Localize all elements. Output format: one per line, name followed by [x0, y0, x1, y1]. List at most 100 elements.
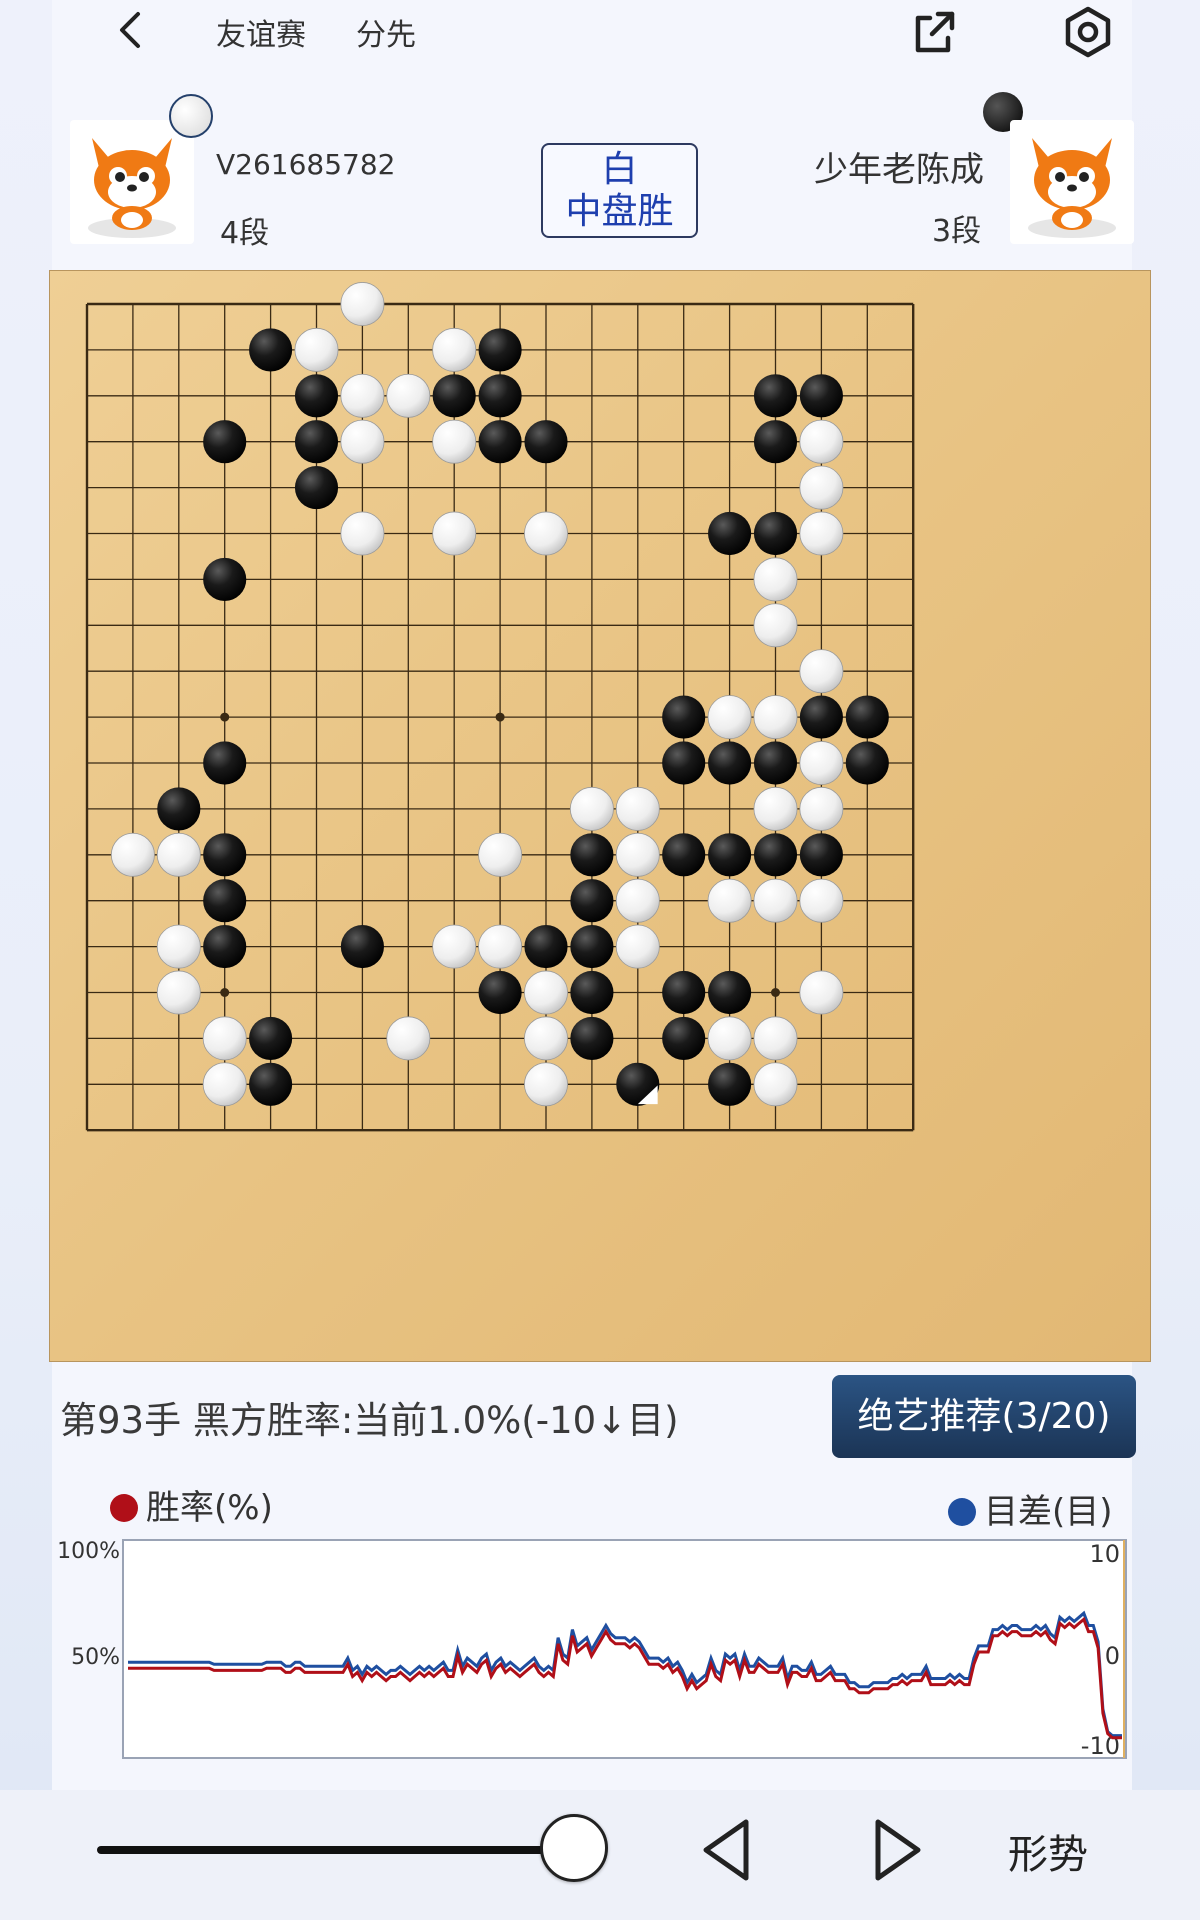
- gear-icon: [1065, 6, 1111, 58]
- black-stone: [662, 695, 706, 739]
- chevron-left-icon: [120, 12, 140, 48]
- result-winner: 白: [601, 149, 638, 190]
- white-stone: [478, 832, 523, 877]
- black-stone: [799, 695, 843, 739]
- top-bar: 友谊赛 分先: [52, 0, 1132, 62]
- black-stone: [524, 420, 568, 464]
- settings-button[interactable]: [1062, 6, 1114, 58]
- white-stone: [386, 373, 431, 418]
- share-button[interactable]: [908, 6, 960, 58]
- white-stone: [340, 282, 385, 326]
- white-stone: [569, 786, 614, 831]
- black-stone: [478, 374, 522, 418]
- white-stone: [707, 878, 752, 923]
- black-stone: [203, 925, 247, 969]
- black-stone: [157, 787, 201, 831]
- white-player-name: V261685782: [216, 148, 396, 181]
- black-stone: [708, 511, 752, 556]
- black-stone: [708, 833, 752, 877]
- ai-recommend-button[interactable]: 绝艺推荐(3/20): [832, 1375, 1136, 1458]
- black-stone: [249, 1016, 293, 1060]
- white-stone: [753, 603, 798, 648]
- black-stone: [753, 420, 798, 464]
- black-player-avatar[interactable]: [1010, 120, 1134, 244]
- star-point: [771, 988, 780, 997]
- black-stone: [294, 466, 339, 510]
- white-stone: [524, 511, 568, 556]
- move-slider-track[interactable]: [97, 1846, 573, 1854]
- white-stone: [707, 1016, 752, 1061]
- score-tick-10: 10: [1089, 1540, 1120, 1568]
- black-stone: [570, 879, 614, 923]
- white-stone: [202, 1062, 247, 1107]
- white-stone: [753, 1016, 798, 1061]
- next-move-button[interactable]: [862, 1812, 932, 1888]
- black-stone: [753, 833, 798, 877]
- white-stone: [615, 786, 660, 831]
- white-stone: [432, 327, 477, 372]
- black-stone: [662, 1016, 706, 1060]
- position-evaluation-button[interactable]: 形势: [1008, 1822, 1088, 1880]
- white-player-rank: 4段: [220, 216, 270, 251]
- white-stone: [202, 1016, 247, 1061]
- y-tick-50: 50%: [71, 1645, 120, 1670]
- black-stone: [845, 741, 889, 785]
- game-type-label: 友谊赛: [216, 18, 306, 53]
- black-stone: [570, 925, 614, 969]
- fox-avatar-icon: [1028, 138, 1116, 238]
- black-stone: [845, 695, 889, 739]
- chart-plot: 100% 50% 10 0 -10: [57, 1539, 1127, 1760]
- white-stone: [799, 970, 844, 1015]
- white-stone: [432, 419, 477, 464]
- go-board[interactable]: [49, 270, 1151, 1362]
- black-stone: [662, 970, 706, 1015]
- back-button[interactable]: [110, 8, 154, 52]
- black-player-name: 少年老陈成: [814, 150, 984, 190]
- black-stone: [662, 833, 706, 877]
- black-stone: [478, 328, 522, 372]
- white-stone: [340, 373, 385, 418]
- white-stone: [615, 832, 660, 877]
- white-stone: [432, 924, 477, 969]
- white-stone: [156, 970, 201, 1015]
- white-stone: [753, 1062, 798, 1107]
- white-stone: [156, 924, 201, 969]
- white-stone: [799, 741, 844, 785]
- white-stone: [753, 557, 798, 602]
- white-stone: [799, 878, 844, 923]
- black-stone: [524, 925, 568, 969]
- star-point: [220, 712, 230, 722]
- black-stone: [662, 741, 706, 785]
- white-stone: [753, 695, 798, 740]
- white-player-avatar[interactable]: [70, 120, 194, 244]
- white-stone: [340, 419, 385, 464]
- black-stone: [432, 374, 476, 418]
- black-stone: [203, 420, 247, 464]
- black-stone: [708, 970, 752, 1015]
- star-point: [220, 988, 230, 997]
- black-stone: [799, 374, 843, 418]
- white-stone: [294, 327, 339, 372]
- rule-label: 分先: [356, 18, 416, 53]
- white-stone: [432, 511, 477, 556]
- game-result-badge: 白 中盘胜: [541, 143, 698, 238]
- result-method: 中盘胜: [565, 191, 674, 232]
- white-stone: [340, 511, 385, 556]
- black-stone: [203, 833, 247, 877]
- y-tick-100: 100%: [57, 1539, 120, 1564]
- share-icon: [915, 11, 955, 53]
- score-tick-0: 0: [1105, 1642, 1120, 1670]
- winrate-chart: 胜率(%) 目差(目) 100% 50% 10 0 -10: [52, 1470, 1132, 1790]
- chart-frame: [122, 1539, 1127, 1759]
- move-slider-handle[interactable]: [540, 1814, 608, 1882]
- black-stone: [570, 833, 614, 877]
- triangle-right-icon: [875, 1819, 921, 1881]
- white-stone: [386, 1016, 431, 1061]
- white-stone-indicator: [169, 94, 213, 138]
- white-stone: [799, 786, 844, 831]
- prev-move-button[interactable]: [692, 1812, 762, 1888]
- go-board-svg[interactable]: [49, 270, 1151, 1362]
- black-stone: [203, 741, 247, 785]
- white-stone: [110, 832, 155, 877]
- black-stone: [294, 420, 339, 464]
